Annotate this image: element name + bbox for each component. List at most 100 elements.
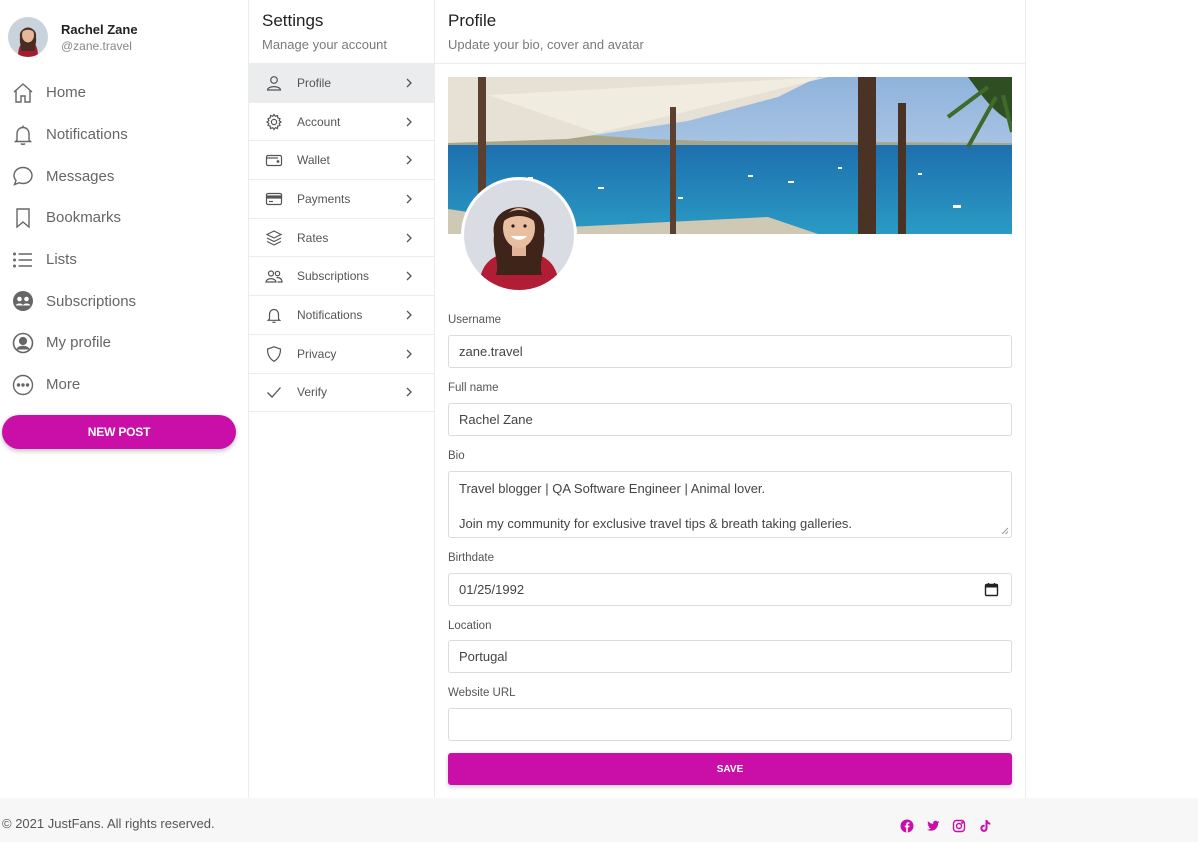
settings-label-account: Account — [297, 114, 341, 129]
settings-subtitle: Manage your account — [262, 37, 388, 52]
chevron-right-icon — [400, 310, 418, 320]
chevron-right-icon — [400, 194, 418, 204]
tiktok-icon[interactable] — [978, 819, 992, 833]
settings-label-notifications: Notifications — [297, 307, 363, 322]
nav-label-lists: Lists — [46, 251, 77, 269]
settings-title: Settings — [262, 11, 324, 30]
nav-item-bookmarks[interactable]: Bookmarks — [0, 197, 248, 239]
wallet-icon — [265, 151, 283, 169]
bio-textarea[interactable]: Travel blogger | QA Software Engineer | … — [448, 471, 1012, 538]
birthdate-value: 01/25/1992 — [459, 582, 525, 597]
user-handle: @zane.travel — [61, 38, 132, 53]
settings-item-account[interactable]: Account — [249, 103, 434, 142]
twitter-icon[interactable] — [926, 819, 940, 833]
nav-item-my-profile[interactable]: My profile — [0, 322, 248, 364]
save-button[interactable]: SAVE — [448, 753, 1012, 785]
settings-label-subscriptions: Subscriptions — [297, 269, 370, 284]
nav-label-subscriptions: Subscriptions — [46, 292, 137, 310]
settings-item-verify[interactable]: Verify — [249, 374, 434, 413]
profile-title: Profile — [448, 11, 497, 30]
bookmark-icon — [11, 206, 35, 230]
settings-label-verify: Verify — [297, 385, 328, 400]
ellipsis-circle-icon — [11, 373, 35, 397]
chevron-right-icon — [400, 233, 418, 243]
fullname-value: Rachel Zane — [459, 412, 533, 427]
settings-item-privacy[interactable]: Privacy — [249, 335, 434, 374]
settings-label-wallet: Wallet — [297, 153, 330, 168]
credit-card-icon — [265, 190, 283, 208]
main-nav: Home Notifications Messages Bookmarks Li… — [0, 72, 248, 406]
chevron-right-icon — [400, 387, 418, 397]
fullname-input[interactable]: Rachel Zane — [448, 403, 1012, 436]
settings-item-payments[interactable]: Payments — [249, 180, 434, 219]
chevron-right-icon — [400, 78, 418, 88]
home-icon — [11, 81, 35, 105]
settings-item-notifications[interactable]: Notifications — [249, 296, 434, 335]
username-input[interactable]: zane.travel — [448, 335, 1012, 368]
bell-icon — [11, 123, 35, 147]
nav-label-bookmarks: Bookmarks — [46, 209, 122, 227]
website-input[interactable] — [448, 708, 1012, 741]
user-circle-icon — [11, 331, 35, 355]
social-links — [900, 819, 992, 833]
gear-icon — [265, 113, 283, 131]
footer: © 2021 JustFans. All rights reserved. — [0, 798, 1198, 842]
location-input[interactable]: Portugal — [448, 640, 1012, 673]
settings-item-profile[interactable]: Profile — [249, 64, 434, 103]
website-label: Website URL — [448, 687, 516, 699]
settings-item-wallet[interactable]: Wallet — [249, 141, 434, 181]
settings-menu: Settings Manage your account Profile Acc… — [249, 0, 435, 798]
nav-label-more: More — [46, 376, 81, 394]
bell-icon — [265, 306, 283, 324]
nav-item-more[interactable]: More — [0, 364, 248, 406]
settings-label-profile: Profile — [297, 75, 332, 90]
new-post-button[interactable]: NEW POST — [2, 415, 236, 449]
list-icon — [11, 248, 35, 272]
facebook-icon[interactable] — [900, 819, 914, 833]
shield-icon — [265, 345, 283, 363]
check-icon — [265, 383, 283, 401]
settings-label-payments: Payments — [297, 191, 351, 206]
birthdate-label: Birthdate — [448, 552, 495, 564]
copyright-text: © 2021 JustFans. All rights reserved. — [2, 816, 215, 831]
settings-item-subscriptions[interactable]: Subscriptions — [249, 257, 434, 297]
birthdate-input[interactable]: 01/25/1992 — [448, 573, 1012, 606]
chevron-right-icon — [400, 155, 418, 165]
nav-label-my-profile: My profile — [46, 334, 112, 352]
settings-label-privacy: Privacy — [297, 346, 337, 361]
person-icon — [265, 74, 283, 92]
profile-subtitle: Update your bio, cover and avatar — [448, 37, 644, 52]
chevron-right-icon — [400, 271, 418, 281]
username-value: zane.travel — [459, 344, 523, 359]
people-icon — [265, 267, 283, 285]
settings-label-rates: Rates — [297, 230, 329, 245]
resize-handle-icon[interactable] — [1001, 527, 1009, 535]
nav-label-messages: Messages — [46, 167, 115, 185]
chevron-right-icon — [400, 117, 418, 127]
location-value: Portugal — [459, 649, 508, 664]
profile-header: Profile Update your bio, cover and avata… — [435, 0, 1025, 64]
layers-icon — [265, 229, 283, 247]
bio-line-1: Travel blogger | QA Software Engineer | … — [459, 481, 766, 496]
user-card[interactable]: Rachel Zane @zane.travel — [8, 16, 138, 58]
settings-item-rates[interactable]: Rates — [249, 219, 434, 258]
nav-item-lists[interactable]: Lists — [0, 239, 248, 281]
profile-avatar[interactable] — [461, 177, 577, 293]
fullname-label: Full name — [448, 382, 499, 394]
location-label: Location — [448, 620, 492, 632]
chevron-right-icon — [400, 349, 418, 359]
settings-header: Settings Manage your account — [249, 0, 434, 64]
nav-item-subscriptions[interactable]: Subscriptions — [0, 280, 248, 322]
nav-label-home: Home — [46, 84, 87, 102]
nav-item-home[interactable]: Home — [0, 72, 248, 114]
nav-item-notifications[interactable]: Notifications — [0, 114, 248, 156]
calendar-icon[interactable] — [984, 582, 999, 597]
user-avatar[interactable] — [8, 17, 48, 57]
instagram-icon[interactable] — [952, 819, 966, 833]
profile-panel: Profile Update your bio, cover and avata… — [435, 0, 1026, 798]
chat-bubble-icon — [11, 164, 35, 188]
people-circle-icon — [11, 289, 35, 313]
nav-item-messages[interactable]: Messages — [0, 155, 248, 197]
nav-label-notifications: Notifications — [46, 126, 128, 144]
username-label: Username — [448, 314, 502, 326]
